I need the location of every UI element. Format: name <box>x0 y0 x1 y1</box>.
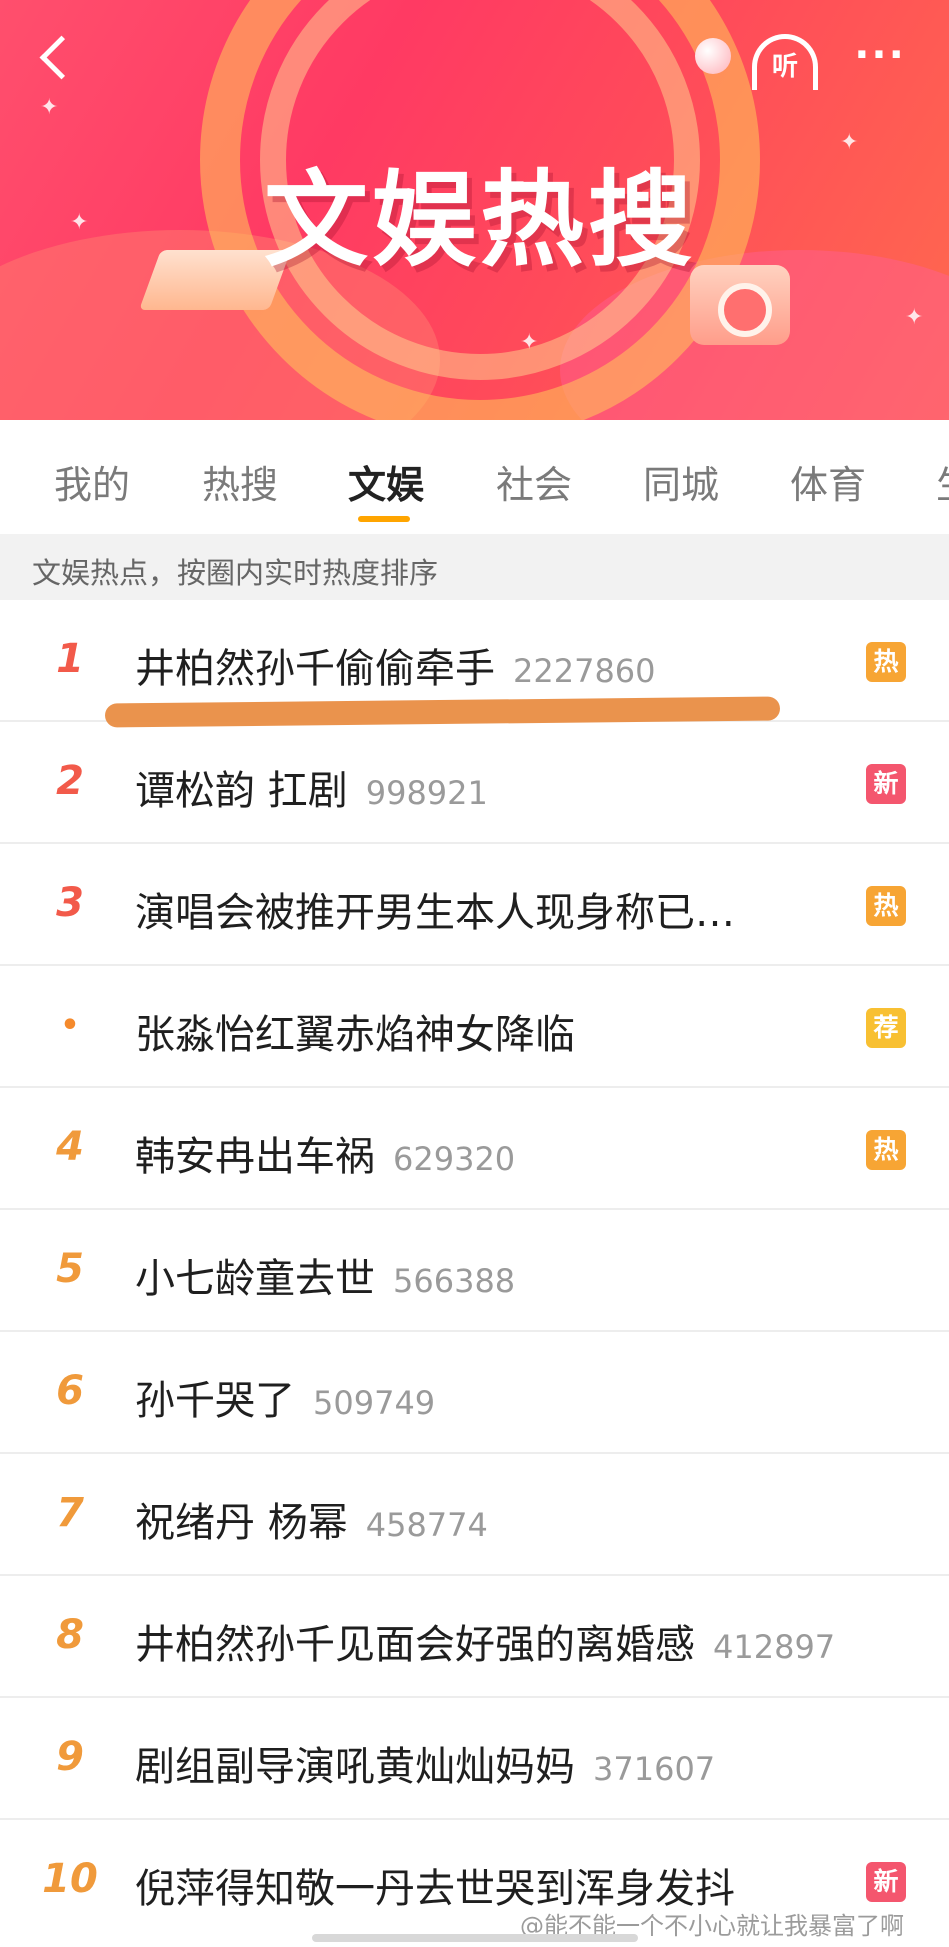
hot-badge: 热 <box>866 1130 906 1170</box>
new-badge: 新 <box>866 764 906 804</box>
tab-sports[interactable]: 体育 <box>790 454 866 509</box>
sparkle-icon: ✦ <box>70 210 89 235</box>
topic-title-text: 井柏然孙千见面会好强的离婚感 <box>135 1622 695 1668</box>
new-badge: 新 <box>866 1862 906 1902</box>
hot-badge: 热 <box>866 886 906 926</box>
list-item[interactable]: 7 祝绪丹 杨幂 458774 <box>0 1454 949 1576</box>
topic-title-text: 韩安冉出车祸 <box>135 1134 375 1180</box>
tab-entertainment[interactable]: 文娱 <box>348 454 424 509</box>
heat-count: 566388 <box>393 1262 516 1300</box>
heat-count: 371607 <box>593 1750 716 1788</box>
tab-society[interactable]: 社会 <box>496 454 572 509</box>
rank-number: 9 <box>56 1734 84 1780</box>
topic-title-text: 张淼怡红翼赤焰神女降临 <box>135 1012 575 1058</box>
tab-mine[interactable]: 我的 <box>54 454 130 509</box>
list-item[interactable]: 9 剧组副导演吼黄灿灿妈妈 371607 <box>0 1698 949 1820</box>
list-item[interactable]: 5 小七龄童去世 566388 <box>0 1210 949 1332</box>
sparkle-icon: ✦ <box>840 130 859 155</box>
sparkle-icon: ✦ <box>520 330 539 355</box>
more-button[interactable]: ··· <box>850 30 910 86</box>
list-item[interactable]: 4 韩安冉出车祸 629320 热 <box>0 1088 949 1210</box>
topic-title: 张淼怡红翼赤焰神女降临 <box>135 1002 575 1060</box>
heat-count: 998921 <box>365 774 488 812</box>
rank-number: 2 <box>56 758 84 804</box>
tab-hot-search[interactable]: 热搜 <box>202 454 278 509</box>
heat-count: 2227860 <box>513 652 656 690</box>
rank-number: 3 <box>56 880 84 926</box>
rank-number: 4 <box>56 1124 84 1170</box>
active-tab-indicator <box>358 516 410 522</box>
list-item[interactable]: 6 孙千哭了 509749 <box>0 1332 949 1454</box>
list-item[interactable]: 8 井柏然孙千见面会好强的离婚感 412897 <box>0 1576 949 1698</box>
header-banner: ✦ ✦ ✦ ✦ ✦ 文娱热搜 听 ··· <box>0 0 949 420</box>
banner-decoration <box>695 38 731 74</box>
rank-number: 8 <box>56 1612 84 1658</box>
heat-count: 412897 <box>713 1628 836 1666</box>
heat-count: 629320 <box>393 1140 516 1178</box>
topic-title: 孙千哭了 509749 <box>135 1368 435 1426</box>
listen-label: 听 <box>771 52 798 82</box>
list-item[interactable]: • 张淼怡红翼赤焰神女降临 荐 <box>0 966 949 1088</box>
recommended-dot: • <box>60 1008 80 1043</box>
rank-number: 1 <box>56 636 84 682</box>
topic-title: 剧组副导演吼黄灿灿妈妈 371607 <box>135 1734 715 1792</box>
list-description: 文娱热点，按圈内实时热度排序 <box>32 556 439 590</box>
tab-local[interactable]: 同城 <box>643 454 719 509</box>
sparkle-icon: ✦ <box>40 95 59 120</box>
list-description-bar: 文娱热点，按圈内实时热度排序 <box>0 534 949 600</box>
topic-title-text: 孙千哭了 <box>135 1378 295 1424</box>
hot-search-list: 1 井柏然孙千偷偷牵手 2227860 热 2 谭松韵 扛剧 998921 新 3 … <box>0 600 949 1942</box>
topic-title-text: 谭松韵 扛剧 <box>135 768 348 814</box>
recommended-badge: 荐 <box>866 1008 906 1048</box>
topic-title-text: 演唱会被推开男生本人现身称已… <box>135 890 735 936</box>
home-indicator[interactable] <box>312 1934 638 1942</box>
topic-title: 祝绪丹 杨幂 458774 <box>135 1490 488 1548</box>
topic-title: 谭松韵 扛剧 998921 <box>135 758 488 816</box>
heat-count: 458774 <box>365 1506 488 1544</box>
topic-title: 井柏然孙千见面会好强的离婚感 412897 <box>135 1612 835 1670</box>
topic-title: 小七龄童去世 566388 <box>135 1246 515 1304</box>
topic-title: 韩安冉出车祸 629320 <box>135 1124 515 1182</box>
sparkle-icon: ✦ <box>905 305 924 330</box>
rank-number: 7 <box>56 1490 84 1536</box>
topic-title-text: 井柏然孙千偷偷牵手 <box>135 646 495 692</box>
list-item[interactable]: 2 谭松韵 扛剧 998921 新 <box>0 722 949 844</box>
rank-number: 6 <box>56 1368 84 1414</box>
listen-button[interactable]: 听 <box>748 28 822 90</box>
topic-title-text: 祝绪丹 杨幂 <box>135 1500 348 1546</box>
list-item[interactable]: 3 演唱会被推开男生本人现身称已… 热 <box>0 844 949 966</box>
topic-title: 演唱会被推开男生本人现身称已… <box>135 880 735 938</box>
topic-title-text: 小七龄童去世 <box>135 1256 375 1302</box>
tab-more[interactable]: 生 <box>936 454 949 509</box>
back-button[interactable] <box>30 28 80 88</box>
hot-badge: 热 <box>866 642 906 682</box>
page-title: 文娱热搜 <box>263 159 696 281</box>
rank-number: 10 <box>42 1856 98 1902</box>
topic-title-text: 剧组副导演吼黄灿灿妈妈 <box>135 1744 575 1790</box>
rank-number: 5 <box>56 1246 84 1292</box>
topic-title: 井柏然孙千偷偷牵手 2227860 <box>135 636 656 694</box>
category-tabs: 我的 热搜 文娱 社会 同城 体育 生 <box>0 420 949 534</box>
list-item[interactable]: 1 井柏然孙千偷偷牵手 2227860 热 <box>0 600 949 728</box>
heat-count: 509749 <box>313 1384 436 1422</box>
